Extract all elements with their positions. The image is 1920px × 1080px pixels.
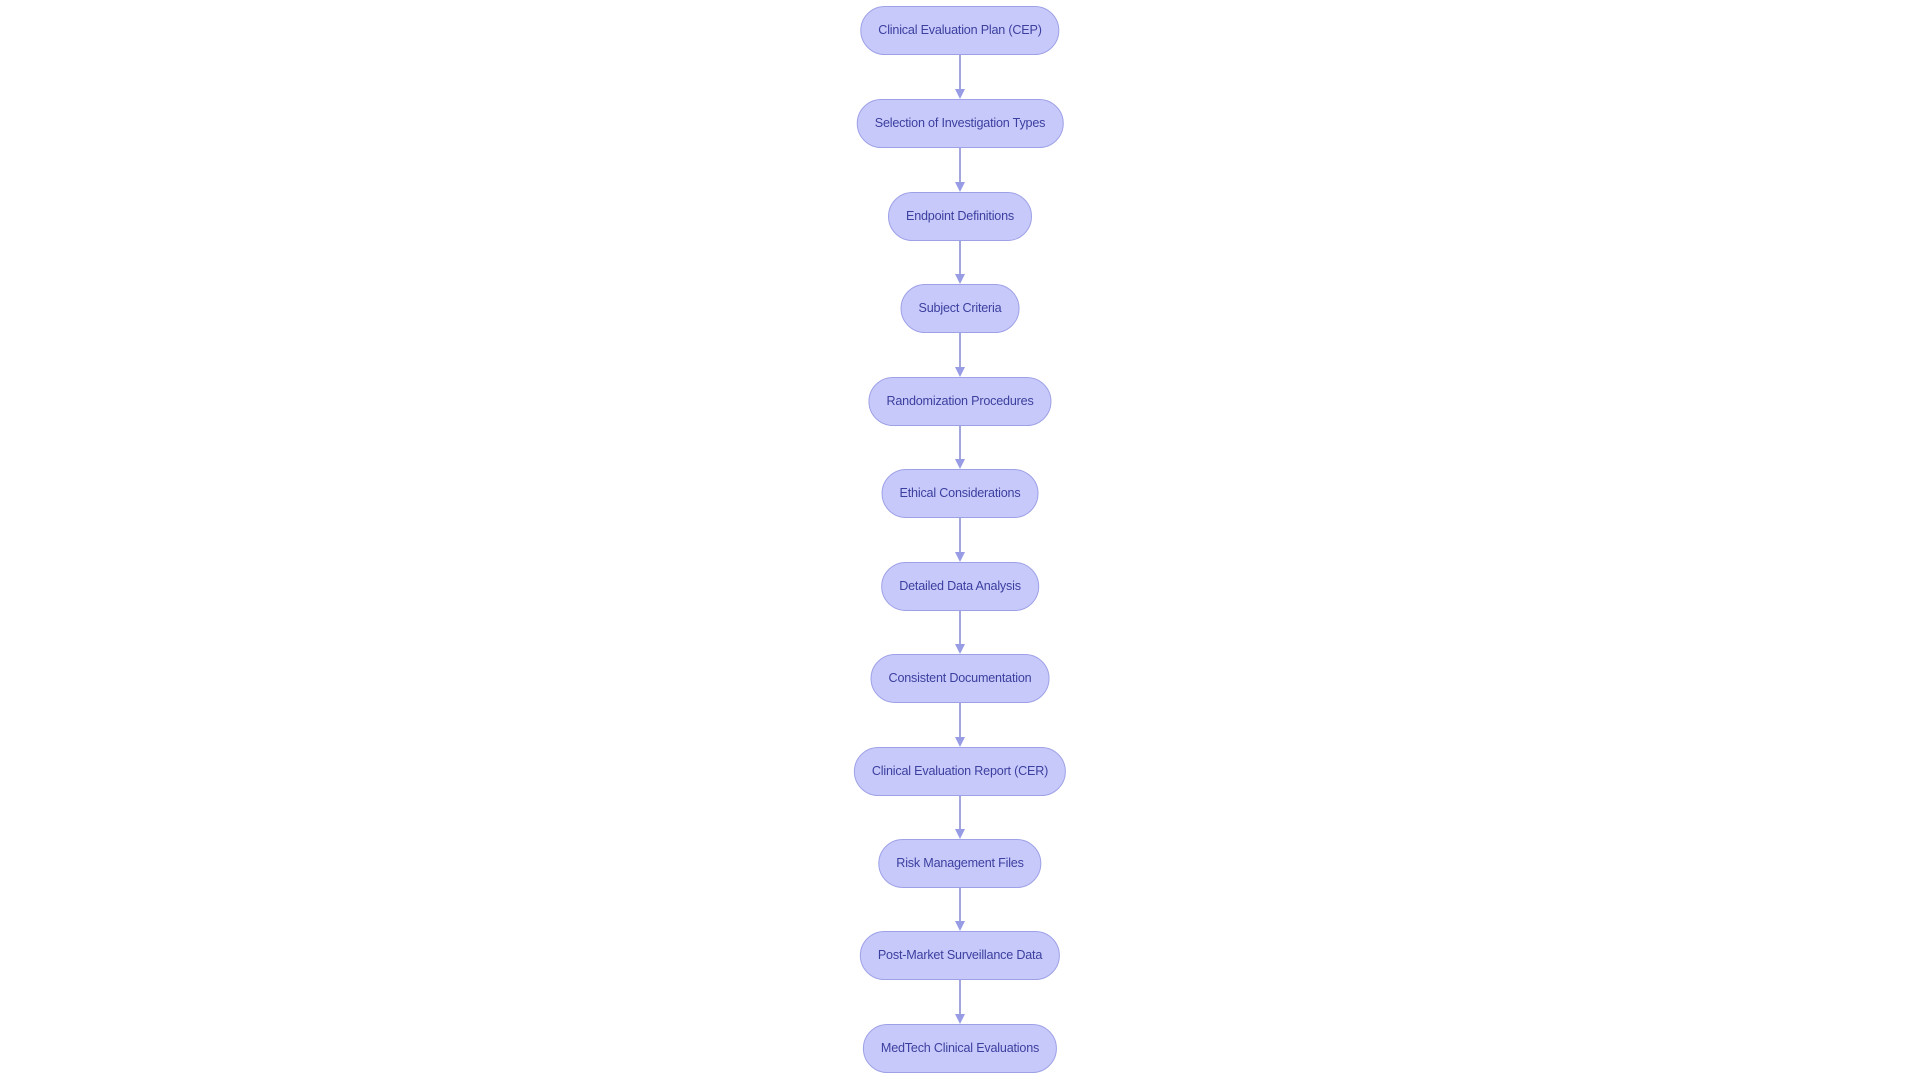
edge-line-n8-n9 (959, 703, 961, 739)
arrowhead-icon (955, 552, 965, 562)
edge-line-n9-n10 (959, 796, 961, 831)
edge-line-n2-n3 (959, 148, 961, 184)
edge-line-n11-n12 (959, 980, 961, 1016)
edge-line-n1-n2 (959, 55, 961, 91)
node-ethical-considerations[interactable]: Ethical Considerations (881, 469, 1039, 518)
edge-line-n6-n7 (959, 518, 961, 554)
node-clinical-evaluation-report[interactable]: Clinical Evaluation Report (CER) (853, 747, 1067, 796)
node-randomization-procedures[interactable]: Randomization Procedures (868, 377, 1052, 426)
arrowhead-icon (955, 829, 965, 839)
edge-line-n3-n4 (959, 241, 961, 276)
node-endpoint-definitions[interactable]: Endpoint Definitions (887, 192, 1033, 241)
arrowhead-icon (955, 921, 965, 931)
node-post-market-surveillance-data[interactable]: Post-Market Surveillance Data (859, 931, 1061, 980)
node-selection-of-investigation-types[interactable]: Selection of Investigation Types (856, 99, 1064, 148)
edge-line-n10-n11 (959, 888, 961, 923)
arrowhead-icon (955, 459, 965, 469)
arrowhead-icon (955, 737, 965, 747)
arrowhead-icon (955, 644, 965, 654)
node-clinical-evaluation-plan[interactable]: Clinical Evaluation Plan (CEP) (860, 6, 1060, 55)
arrowhead-icon (955, 89, 965, 99)
node-detailed-data-analysis[interactable]: Detailed Data Analysis (881, 562, 1039, 611)
node-subject-criteria[interactable]: Subject Criteria (900, 284, 1020, 333)
node-medtech-clinical-evaluations[interactable]: MedTech Clinical Evaluations (862, 1024, 1058, 1073)
edge-line-n7-n8 (959, 611, 961, 646)
node-consistent-documentation[interactable]: Consistent Documentation (870, 654, 1050, 703)
arrowhead-icon (955, 367, 965, 377)
edge-line-n4-n5 (959, 333, 961, 369)
edge-line-n5-n6 (959, 426, 961, 461)
arrowhead-icon (955, 182, 965, 192)
flowchart: Clinical Evaluation Plan (CEP) Selection… (0, 0, 1920, 1080)
arrowhead-icon (955, 274, 965, 284)
node-risk-management-files[interactable]: Risk Management Files (878, 839, 1042, 888)
arrowhead-icon (955, 1014, 965, 1024)
